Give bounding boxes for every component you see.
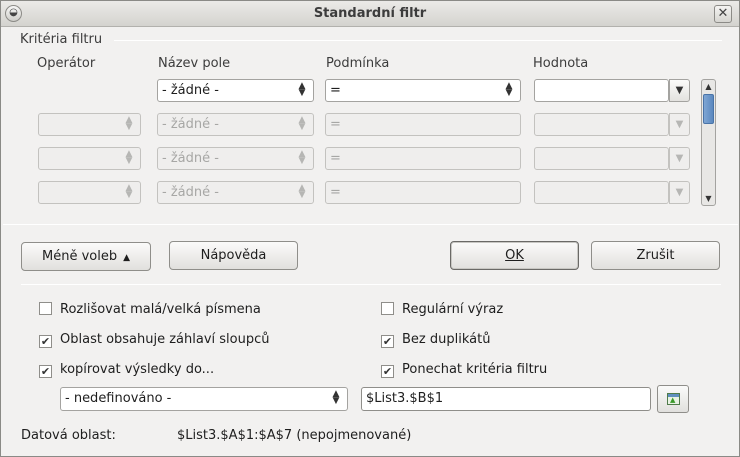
condition-select-1[interactable]: = ▲ ▼ <box>325 79 521 102</box>
fewer-options-label: Méně voleb <box>41 249 118 264</box>
collapse-arrows-icon: ▲ <box>123 253 130 263</box>
value-combobox-3[interactable] <box>534 147 669 170</box>
value-combobox-1[interactable] <box>534 79 669 102</box>
scroll-down-icon[interactable]: ▼ <box>702 192 715 205</box>
spin-icon: ▲ ▼ <box>125 115 133 132</box>
field-name-select-1[interactable]: - žádné - ▲ ▼ <box>157 79 314 102</box>
case-sensitive-label: Rozlišovat malá/velká písmena <box>60 302 261 317</box>
no-duplicates-label: Bez duplikátů <box>402 332 491 347</box>
field-name-select-2[interactable]: - žádné - ▲ ▼ <box>157 113 314 136</box>
field-name-value: - žádné - <box>162 117 219 132</box>
field-name-value: - žádné - <box>162 83 219 98</box>
header-operator: Operátor <box>37 56 96 71</box>
section-separator <box>114 40 722 41</box>
check-icon[interactable]: ✔ <box>39 365 52 378</box>
check-icon[interactable]: ✔ <box>381 365 394 378</box>
regex-checkbox[interactable]: Regulární výraz <box>381 302 503 317</box>
copy-results-checkbox[interactable]: ✔ kopírovat výsledky do... <box>39 362 214 378</box>
chevron-down-icon[interactable]: ▼ <box>669 79 690 102</box>
no-duplicates-checkbox[interactable]: ✔ Bez duplikátů <box>381 332 490 348</box>
copy-target-input[interactable]: $List3.$B$1 <box>361 387 651 411</box>
spin-icon: ▲ ▼ <box>125 149 133 166</box>
window-title: Standardní filtr <box>313 6 427 21</box>
condition-select-2[interactable]: = <box>325 113 521 136</box>
header-condition: Podmínka <box>326 56 390 71</box>
header-value: Hodnota <box>533 56 589 71</box>
field-name-select-4[interactable]: - žádné - ▲ ▼ <box>157 181 314 204</box>
criteria-scrollbar[interactable]: ▲ ▼ <box>701 79 716 206</box>
range-headers-label: Oblast obsahuje záhlaví sloupců <box>60 332 270 347</box>
value-combobox-2[interactable] <box>534 113 669 136</box>
condition-select-4[interactable]: = <box>325 181 521 204</box>
range-headers-checkbox[interactable]: ✔ Oblast obsahuje záhlaví sloupců <box>39 332 270 348</box>
spin-icon: ▲ ▼ <box>298 81 306 98</box>
condition-value: = <box>330 185 341 200</box>
options-divider <box>21 284 721 285</box>
named-range-value: - nedefinováno - <box>65 391 172 406</box>
checkbox-box[interactable] <box>39 302 52 315</box>
help-button[interactable]: Nápověda <box>169 241 298 270</box>
field-name-value: - žádné - <box>162 151 219 166</box>
data-range-value: $List3.$A$1:$A$7 (nepojmenované) <box>177 428 412 443</box>
spin-icon: ▲ ▼ <box>505 81 513 98</box>
scroll-up-icon[interactable]: ▲ <box>702 80 715 93</box>
operator-select-4[interactable]: ▲ ▼ <box>38 181 141 204</box>
condition-value: = <box>330 83 341 98</box>
section-title-filter-criteria: Kritéria filtru <box>20 32 103 47</box>
divider <box>3 224 738 225</box>
chevron-down-icon[interactable]: ▼ <box>669 113 690 136</box>
regex-label: Regulární výraz <box>402 302 504 317</box>
cancel-button[interactable]: Zrušit <box>591 241 720 270</box>
value-combobox-4[interactable] <box>534 181 669 204</box>
title-bar: ◒ Standardní filtr ✕ <box>1 1 739 27</box>
condition-value: = <box>330 117 341 132</box>
scrollbar-thumb[interactable] <box>703 94 714 124</box>
spin-icon: ▲ ▼ <box>298 183 306 200</box>
field-name-value: - žádné - <box>162 185 219 200</box>
chevron-down-icon[interactable]: ▼ <box>669 181 690 204</box>
chevron-down-icon[interactable]: ▼ <box>669 147 690 170</box>
close-button[interactable]: ✕ <box>714 5 732 23</box>
data-range-label: Datová oblast: <box>21 428 116 443</box>
operator-select-3[interactable]: ▲ ▼ <box>38 147 141 170</box>
standard-filter-dialog: ◒ Standardní filtr ✕ Kritéria filtru Ope… <box>0 0 740 457</box>
fewer-options-button[interactable]: Méně voleb ▲ <box>21 242 151 271</box>
copy-results-label: kopírovat výsledky do... <box>60 362 215 377</box>
keep-criteria-checkbox[interactable]: ✔ Ponechat kritéria filtru <box>381 362 547 378</box>
cancel-label: Zrušit <box>636 248 675 263</box>
help-label: Nápověda <box>200 248 267 263</box>
operator-select-2[interactable]: ▲ ▼ <box>38 113 141 136</box>
shrink-range-icon <box>667 393 680 405</box>
shrink-range-button[interactable] <box>657 385 689 413</box>
check-icon[interactable]: ✔ <box>39 335 52 348</box>
spin-icon: ▲ ▼ <box>332 389 340 406</box>
ok-label: OK <box>505 248 524 263</box>
ok-button[interactable]: OK <box>450 241 579 270</box>
field-name-select-3[interactable]: - žádné - ▲ ▼ <box>157 147 314 170</box>
check-icon[interactable]: ✔ <box>381 335 394 348</box>
keep-criteria-label: Ponechat kritéria filtru <box>402 362 548 377</box>
condition-select-3[interactable]: = <box>325 147 521 170</box>
named-range-select[interactable]: - nedefinováno - ▲ ▼ <box>60 387 348 411</box>
checkbox-box[interactable] <box>381 302 394 315</box>
spin-icon: ▲ ▼ <box>298 115 306 132</box>
spin-icon: ▲ ▼ <box>125 183 133 200</box>
condition-value: = <box>330 151 341 166</box>
header-field-name: Název pole <box>158 56 231 71</box>
case-sensitive-checkbox[interactable]: Rozlišovat malá/velká písmena <box>39 302 261 317</box>
spin-icon: ▲ ▼ <box>298 149 306 166</box>
copy-target-value: $List3.$B$1 <box>366 391 444 406</box>
